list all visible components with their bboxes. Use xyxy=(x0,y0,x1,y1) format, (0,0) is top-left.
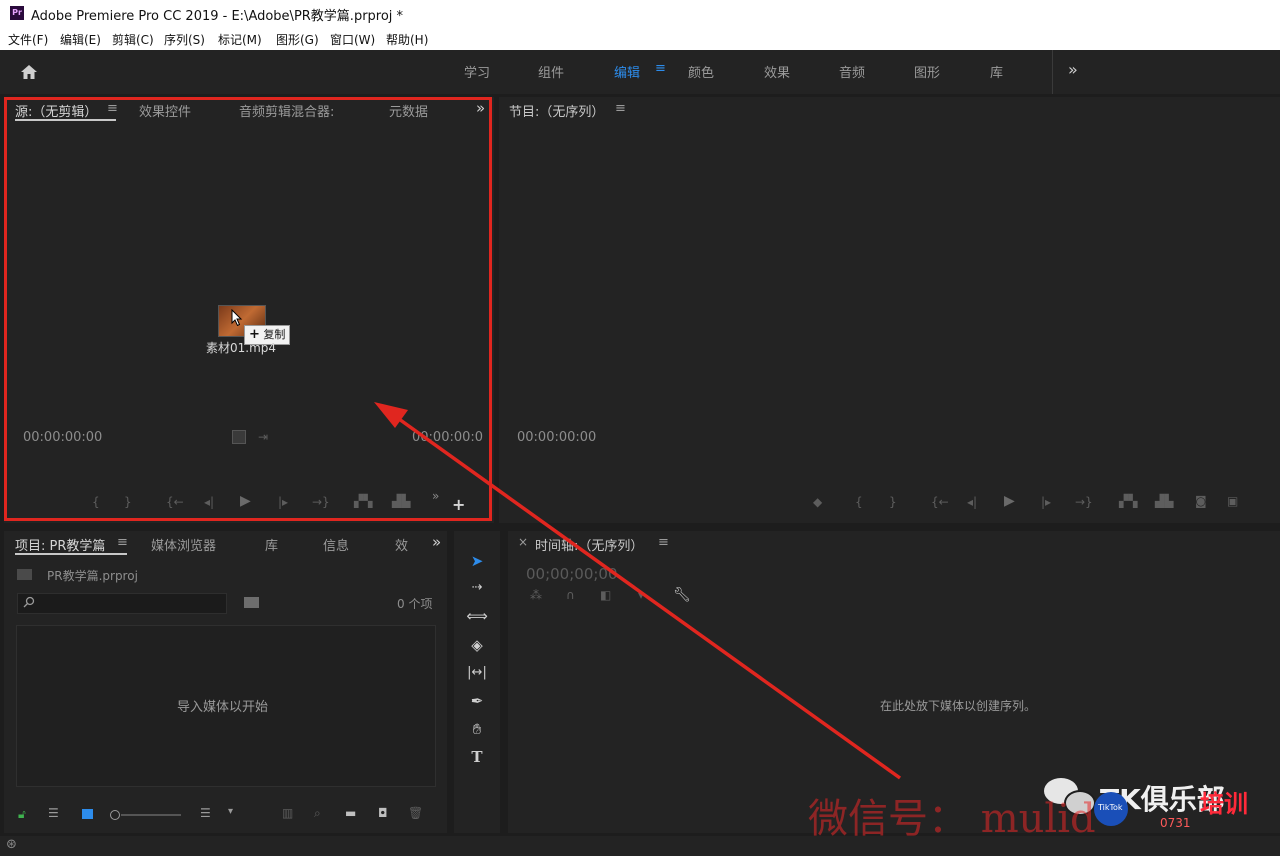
menu-file[interactable]: 文件(F) xyxy=(8,31,48,48)
tab-media-browser[interactable]: 媒体浏览器 xyxy=(151,535,216,554)
menu-sequence[interactable]: 序列(S) xyxy=(164,31,205,48)
workspace-menu-icon[interactable]: ≡ xyxy=(655,61,666,76)
tiktok-badge: TikTok xyxy=(1094,792,1128,826)
program-menu-icon[interactable]: ≡ xyxy=(615,101,626,116)
ripple-edit-tool-icon[interactable]: ⟺ xyxy=(464,605,490,627)
zoom-slider-handle[interactable] xyxy=(110,810,120,820)
item-count: 0 个项 xyxy=(397,597,433,611)
workspace-libraries[interactable]: 库 xyxy=(990,62,1003,81)
project-tab-underline xyxy=(15,553,127,555)
program-title[interactable]: 节目:（无序列） xyxy=(509,101,604,120)
snap-icon[interactable]: ∩ xyxy=(566,588,575,602)
workspace-graphics[interactable]: 图形 xyxy=(914,62,940,81)
menu-graphics[interactable]: 图形(G) xyxy=(276,31,319,48)
menu-window[interactable]: 窗口(W) xyxy=(330,31,375,48)
automate-icon[interactable]: ▥ xyxy=(282,806,293,820)
selection-tool-icon[interactable]: ➤ xyxy=(464,550,490,572)
program-step-back-icon[interactable]: ◂| xyxy=(967,495,977,509)
program-panel: 节目:（无序列） ≡ 00:00:00:00 ◆ { } {← ◂| ▶ |▸ … xyxy=(499,97,1280,523)
tab-effects[interactable]: 效 xyxy=(395,535,408,554)
timeline-timecode: 00;00;00;00 xyxy=(526,565,618,583)
menu-bar: 文件(F) 编辑(E) 剪辑(C) 序列(S) 标记(M) 图形(G) 窗口(W… xyxy=(0,28,1280,50)
new-item-icon[interactable]: ◘ xyxy=(378,806,388,820)
project-file-icon xyxy=(17,569,32,580)
program-go-to-in-icon[interactable]: {← xyxy=(931,495,949,509)
sort-icon[interactable]: ☰ xyxy=(200,806,211,820)
workspace-editing[interactable]: 编辑 xyxy=(614,62,640,81)
menu-help[interactable]: 帮助(H) xyxy=(386,31,428,48)
tab-project[interactable]: 项目: PR教学篇 xyxy=(15,535,105,554)
project-panel: 项目: PR教学篇 ≡ 媒体浏览器 库 信息 效 » PR教学篇.prproj … xyxy=(4,531,447,833)
program-mark-out-icon[interactable]: } xyxy=(889,495,897,509)
project-overflow-icon[interactable]: » xyxy=(432,533,441,551)
workspace-divider xyxy=(1052,50,1053,94)
list-view-icon[interactable]: ☰ xyxy=(48,806,59,820)
workspace-learning[interactable]: 学习 xyxy=(464,62,490,81)
status-icon: ⊛ xyxy=(6,837,17,852)
camera-icon[interactable]: ◙ xyxy=(1195,494,1207,508)
workspace-audio[interactable]: 音频 xyxy=(839,62,865,81)
premiere-app-icon: Pr xyxy=(10,6,24,20)
timeline-close-icon[interactable]: × xyxy=(518,535,528,549)
home-icon[interactable] xyxy=(20,63,38,81)
wechat-watermark: 微信号： mulid xyxy=(808,796,1096,842)
site-label: 0731 xyxy=(1160,816,1191,830)
hand-tool-icon[interactable]: ✋︎ xyxy=(464,718,490,740)
tab-libraries[interactable]: 库 xyxy=(265,535,278,554)
program-mark-in-icon[interactable]: { xyxy=(855,495,863,509)
workspace-bar: 学习 组件 编辑 ≡ 颜色 效果 音频 图形 库 » xyxy=(0,50,1280,94)
menu-marker[interactable]: 标记(M) xyxy=(218,31,262,48)
training-label: 培训 xyxy=(1200,790,1248,818)
new-bin-icon[interactable]: ▬ xyxy=(345,806,356,820)
lift-icon[interactable]: ▞▚ xyxy=(1119,494,1137,508)
program-go-to-out-icon[interactable]: →} xyxy=(1075,495,1093,509)
menu-edit[interactable]: 编辑(E) xyxy=(60,31,101,48)
menu-clip[interactable]: 剪辑(C) xyxy=(112,31,154,48)
type-tool-icon[interactable]: T xyxy=(464,746,490,768)
tiktok-label: TikTok xyxy=(1098,803,1123,812)
linked-selection-icon[interactable]: ◧ xyxy=(600,588,611,602)
slip-tool-icon[interactable]: |↔| xyxy=(464,662,490,684)
import-media-hint: 导入媒体以开始 xyxy=(177,700,269,715)
title-bar: Pr Adobe Premiere Pro CC 2019 - E:\Adobe… xyxy=(0,0,1280,28)
timeline-menu-icon[interactable]: ≡ xyxy=(658,535,669,550)
track-select-tool-icon[interactable]: ⇢ xyxy=(464,577,490,599)
add-marker-icon[interactable]: ◆ xyxy=(813,495,822,509)
compare-icon[interactable]: ▣ xyxy=(1227,494,1238,508)
lock-icon[interactable]: 🔓︎ xyxy=(18,807,26,822)
program-step-forward-icon[interactable]: |▸ xyxy=(1041,495,1051,509)
new-search-bin-icon[interactable] xyxy=(244,597,259,608)
nest-icon[interactable]: ⁂ xyxy=(530,588,542,602)
zoom-slider-track[interactable] xyxy=(121,814,181,816)
workspace-color[interactable]: 颜色 xyxy=(688,62,714,81)
sort-dropdown-icon[interactable]: ▾ xyxy=(228,806,233,817)
search-input[interactable] xyxy=(17,593,227,614)
tab-info[interactable]: 信息 xyxy=(323,535,349,554)
project-menu-icon[interactable]: ≡ xyxy=(117,535,128,550)
wrench-icon[interactable]: 🔧︎ xyxy=(673,587,691,603)
trash-icon[interactable]: 🗑︎ xyxy=(408,806,423,820)
timeline-empty-hint: 在此处放下媒体以创建序列。 xyxy=(880,699,1037,713)
program-timecode: 00:00:00:00 xyxy=(517,430,597,445)
workspace-effects[interactable]: 效果 xyxy=(764,62,790,81)
annotation-highlight-box xyxy=(4,97,492,521)
timeline-title[interactable]: 时间轴:（无序列） xyxy=(535,535,643,554)
window-title: Adobe Premiere Pro CC 2019 - E:\Adobe\PR… xyxy=(31,9,404,24)
program-play-icon[interactable]: ▶ xyxy=(1004,493,1015,509)
razor-tool-icon[interactable]: ◈ xyxy=(464,634,490,656)
project-file-name: PR教学篇.prproj xyxy=(47,569,138,583)
workspace-assembly[interactable]: 组件 xyxy=(538,62,564,81)
search-icon xyxy=(23,596,35,608)
icon-view-icon[interactable] xyxy=(82,809,93,819)
timeline-marker-icon[interactable]: ▾ xyxy=(638,588,644,602)
pen-tool-icon[interactable]: ✒ xyxy=(464,690,490,712)
workspace-overflow-icon[interactable]: » xyxy=(1068,60,1078,79)
find-icon[interactable]: ⌕ xyxy=(314,806,321,821)
extract-icon[interactable]: ▟▙ xyxy=(1155,494,1173,508)
